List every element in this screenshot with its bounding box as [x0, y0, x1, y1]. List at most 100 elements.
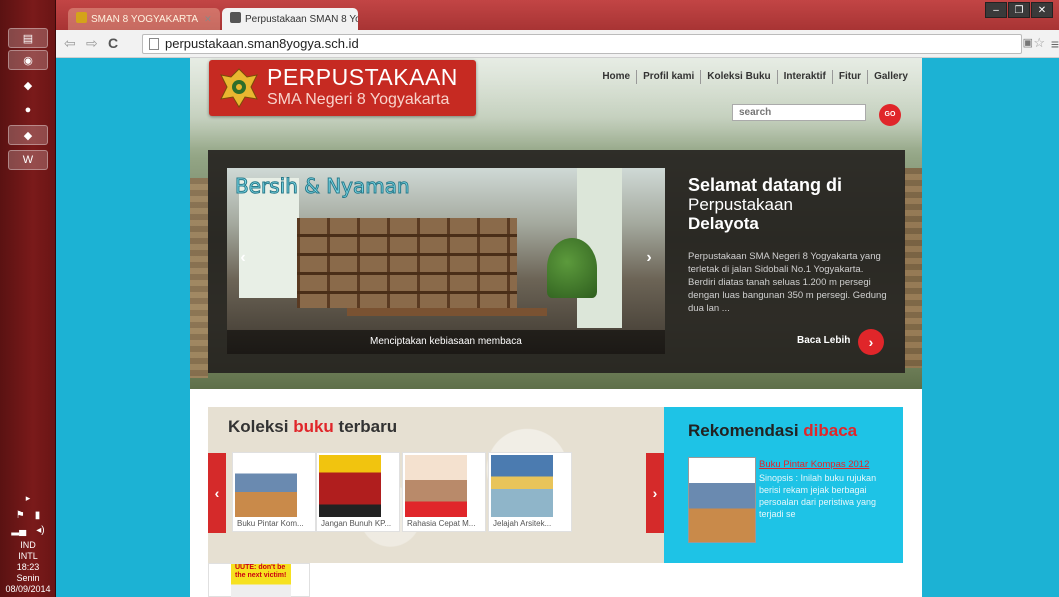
bookmark-star-icon[interactable]: ☆	[1033, 35, 1045, 51]
taskbar-app-1[interactable]: ◆	[8, 75, 48, 95]
nav-profil[interactable]: Profil kami	[636, 70, 700, 84]
school-favicon-icon	[76, 12, 87, 23]
search-go-button[interactable]: GO	[879, 104, 901, 126]
taskbar-app-2[interactable]: ●	[8, 100, 48, 120]
slide-bookshelves	[297, 218, 517, 308]
address-text: perpustakaan.sman8yogya.sch.id	[165, 36, 359, 51]
tray-expand-icon[interactable]: ▸	[0, 493, 56, 504]
tab-perpustakaan-label: Perpustakaan SMAN 8 Yo	[245, 14, 358, 25]
reload-icon[interactable]: C	[108, 35, 118, 51]
battery-icon[interactable]: ▮	[35, 510, 41, 521]
book-caption: Jelajah Arsitek...	[493, 519, 552, 528]
book-cover	[491, 455, 553, 517]
back-arrow-icon[interactable]: ⇦	[64, 35, 76, 52]
browser-toolbar: ⇦ ⇨ C perpustakaan.sman8yogya.sch.id ▣ ☆…	[56, 30, 1059, 58]
welcome-description: Perpustakaan SMA Negeri 8 Yogyakarta yan…	[688, 251, 887, 314]
flag-icon[interactable]: ⚑	[16, 510, 25, 521]
carousel-prev-button[interactable]: ‹	[208, 453, 226, 533]
site-container: PERPUSTAKAAN SMA Negeri 8 Yogyakarta Hom…	[190, 58, 922, 597]
slide-next-arrow-icon[interactable]: ›	[641, 250, 657, 266]
translate-icon[interactable]: ▣	[1023, 36, 1033, 49]
forward-arrow-icon[interactable]: ⇨	[86, 35, 98, 52]
taskbar-app-3[interactable]: ◆	[8, 125, 48, 145]
lang-ind[interactable]: IND	[0, 540, 56, 551]
hero-section: PERPUSTAKAAN SMA Negeri 8 Yogyakarta Hom…	[190, 58, 922, 389]
close-window-icon[interactable]: ✕	[1031, 2, 1053, 18]
book-caption: Buku Pintar Kom...	[237, 519, 304, 528]
slide-plant	[547, 238, 597, 298]
book-caption: Jangan Bunuh KP...	[321, 519, 392, 528]
nav-home[interactable]: Home	[596, 70, 636, 84]
welcome-library-name: Delayota	[688, 214, 759, 233]
lang-intl[interactable]: INTL	[0, 551, 56, 562]
clock-time[interactable]: 18:23	[0, 562, 56, 573]
school-emblem-icon	[220, 68, 258, 108]
browser-window: SMAN 8 YOGYAKARTA ✕ Perpustakaan SMAN 8 Y…	[56, 0, 1059, 597]
clock-day[interactable]: Senin	[0, 573, 56, 584]
slide-title: Bersih & Nyaman	[235, 174, 411, 199]
browser-titlebar: SMAN 8 YOGYAKARTA ✕ Perpustakaan SMAN 8 Y…	[56, 0, 1059, 30]
slider-panel: Bersih & Nyaman ‹ › Menciptakan kebiasaa…	[208, 150, 905, 373]
logo-title: PERPUSTAKAAN	[267, 64, 458, 90]
nav-interaktif[interactable]: Interaktif	[776, 70, 832, 84]
clock-date[interactable]: 08/09/2014	[0, 584, 56, 595]
site-logo[interactable]: PERPUSTAKAAN SMA Negeri 8 Yogyakarta	[209, 60, 476, 116]
windows-taskbar: ▤ ◉ ◆ ● ◆ W ▸ ⚑ ▮ ▂▄ ◂) IND INTL 18:23 Sen…	[0, 0, 56, 597]
book-item[interactable]: Rahasia Cepat M...	[402, 452, 486, 532]
tab-perpustakaan[interactable]: Perpustakaan SMAN 8 Yo✕	[222, 8, 358, 30]
main-nav: Home Profil kami Koleksi Buku Interaktif…	[596, 70, 914, 84]
hero-decoration-right	[904, 168, 922, 368]
welcome-subheading: Perpustakaan	[688, 195, 793, 214]
system-tray: ▸ ⚑ ▮ ▂▄ ◂) IND INTL 18:23 Senin 08/09/201…	[0, 493, 56, 597]
book-item[interactable]: Jangan Bunuh KP...	[316, 452, 400, 532]
rekomendasi-book-cover[interactable]	[688, 457, 756, 543]
book-cover	[235, 455, 297, 517]
rekomendasi-synopsis: Sinopsis : Inilah buku rujukan berisi re…	[759, 473, 877, 519]
nav-koleksi[interactable]: Koleksi Buku	[700, 70, 776, 84]
taskbar-app-explorer[interactable]: ▤	[8, 28, 48, 48]
koleksi-title: Koleksi buku terbaru	[228, 417, 397, 437]
koleksi-title-accent: buku	[293, 417, 334, 436]
nav-fitur[interactable]: Fitur	[831, 70, 867, 84]
rekomendasi-book-link[interactable]: Buku Pintar Kompas 2012	[759, 459, 869, 470]
rekomendasi-title-part: Rekomendasi	[688, 421, 804, 440]
read-more-link[interactable]: Baca Lebih	[797, 335, 850, 346]
page-favicon-icon	[230, 12, 241, 23]
rekomendasi-title: Rekomendasi dibaca	[688, 421, 857, 441]
book-item[interactable]: Jelajah Arsitek...	[488, 452, 572, 532]
slide-caption: Menciptakan kebiasaan membaca	[370, 336, 522, 347]
chrome-menu-icon[interactable]: ≡	[1051, 36, 1059, 52]
restore-icon[interactable]: ❐	[1008, 2, 1030, 18]
carousel-next-button[interactable]: ›	[646, 453, 664, 533]
read-more-arrow-icon[interactable]: ›	[858, 329, 884, 355]
page-icon	[149, 38, 159, 50]
address-bar[interactable]: perpustakaan.sman8yogya.sch.id	[142, 34, 1022, 54]
slide-table	[347, 308, 547, 316]
content-section: Koleksi buku terbaru ‹ Buku Pintar Kom..…	[190, 389, 922, 597]
koleksi-title-part: Koleksi	[228, 417, 294, 436]
slide-caption-bar: Menciptakan kebiasaan membaca	[227, 330, 665, 354]
nav-gallery[interactable]: Gallery	[867, 70, 914, 84]
tab-sman8-label: SMAN 8 YOGYAKARTA	[91, 14, 199, 25]
taskbar-app-word[interactable]: W	[8, 150, 48, 170]
tab-close-icon[interactable]: ✕	[204, 14, 212, 24]
book-caption: Rahasia Cepat M...	[407, 519, 476, 528]
signal-icon[interactable]: ▂▄	[11, 525, 26, 536]
slide-image: Bersih & Nyaman ‹ › Menciptakan kebiasaa…	[227, 168, 665, 354]
rekomendasi-title-accent: dibaca	[803, 421, 858, 440]
book-item[interactable]: Buku Pintar Kom...	[232, 452, 316, 532]
volume-icon[interactable]: ◂)	[36, 525, 44, 536]
welcome-heading: Selamat datang di	[688, 175, 843, 195]
rekomendasi-panel: Rekomendasi dibaca Buku Pintar Kompas 20…	[664, 407, 903, 563]
window-controls: – ❐ ✕	[985, 2, 1053, 18]
search-input[interactable]	[732, 104, 866, 121]
slide-prev-arrow-icon[interactable]: ‹	[235, 250, 251, 266]
taskbar-app-chrome[interactable]: ◉	[8, 50, 48, 70]
book-item[interactable]: UUTE: don't be the next victim!	[208, 563, 310, 597]
logo-subtitle: SMA Negeri 8 Yogyakarta	[267, 91, 450, 108]
tab-sman8[interactable]: SMAN 8 YOGYAKARTA ✕	[68, 8, 220, 30]
page-viewport: PERPUSTAKAAN SMA Negeri 8 Yogyakarta Hom…	[56, 58, 1059, 597]
hero-decoration-left	[190, 178, 208, 378]
book-cover	[405, 455, 467, 517]
minimize-icon[interactable]: –	[985, 2, 1007, 18]
